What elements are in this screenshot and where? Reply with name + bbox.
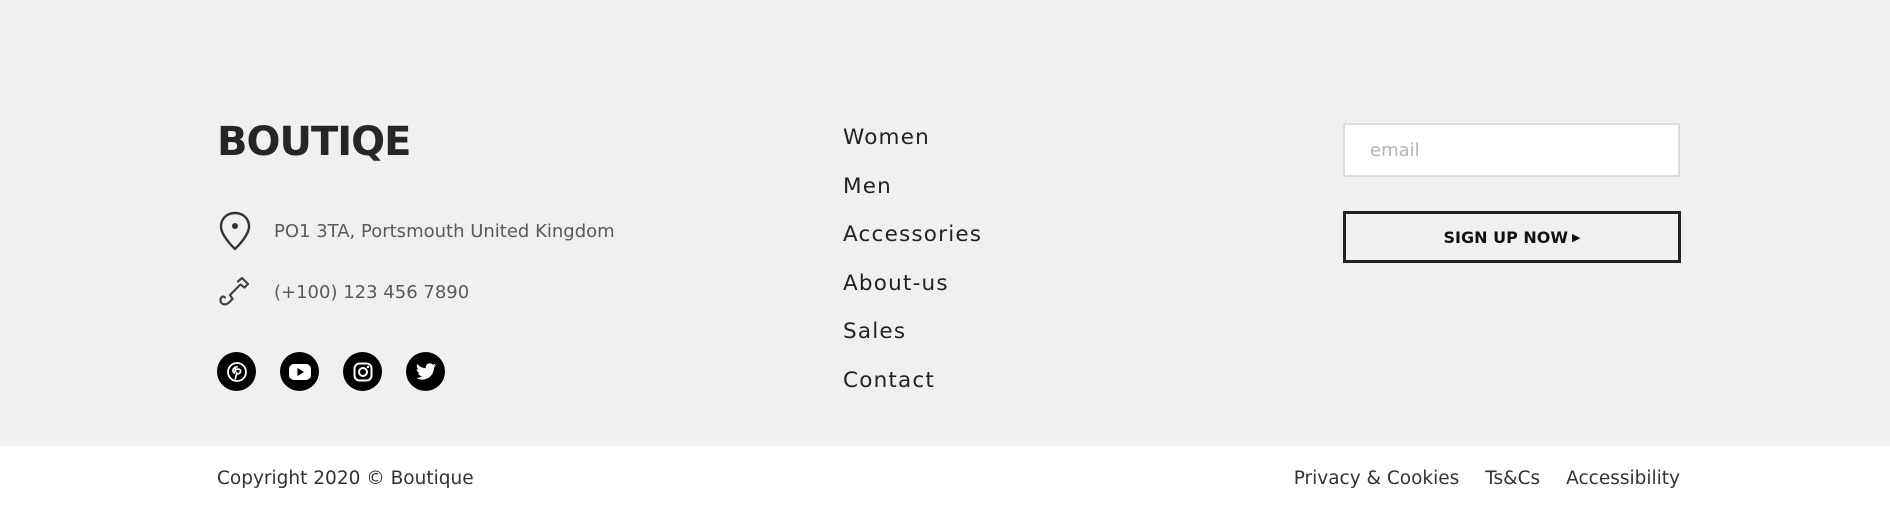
brand-logo[interactable]: BOUTIQE [217,118,411,166]
nav-item-contact[interactable]: Contact [843,364,982,413]
map-pin-icon [217,211,253,251]
pinterest-link[interactable] [217,352,256,391]
instagram-icon [353,362,372,381]
social-links [217,352,445,391]
nav-item-sales[interactable]: Sales [843,315,982,364]
nav-item-accessories[interactable]: Accessories [843,218,982,267]
caret-right-icon: ▶ [1572,230,1581,244]
copyright-text: Copyright 2020 © Boutique [217,468,474,489]
nav-item-about-us[interactable]: About-us [843,267,982,316]
footer-bottom: Copyright 2020 © Boutique Privacy & Cook… [0,446,1890,514]
nav-item-women[interactable]: Women [843,121,982,170]
address-text: PO1 3TA, Portsmouth United Kingdom [274,220,615,242]
footer-nav: Women Men Accessories About-us Sales Con… [843,121,982,413]
pinterest-icon [226,361,247,382]
twitter-icon [415,362,436,380]
footer-main: BOUTIQE PO1 3TA, Portsmouth United Kingd… [0,0,1890,446]
accessibility-link[interactable]: Accessibility [1566,468,1680,489]
signup-label: SIGN UP NOW [1443,227,1569,247]
twitter-link[interactable] [406,352,445,391]
youtube-link[interactable] [280,352,319,391]
privacy-cookies-link[interactable]: Privacy & Cookies [1294,468,1460,489]
phone-text: (+100) 123 456 7890 [274,281,470,303]
instagram-link[interactable] [343,352,382,391]
email-input[interactable] [1343,123,1680,177]
phone-icon [217,272,253,312]
nav-item-men[interactable]: Men [843,170,982,219]
contact-phone: (+100) 123 456 7890 [217,272,469,312]
signup-button[interactable]: SIGN UP NOW ▶ [1343,211,1681,263]
terms-link[interactable]: Ts&Cs [1485,468,1540,489]
contact-address: PO1 3TA, Portsmouth United Kingdom [217,211,615,251]
youtube-icon [288,363,311,380]
legal-links: Privacy & Cookies Ts&Cs Accessibility [1294,468,1680,489]
